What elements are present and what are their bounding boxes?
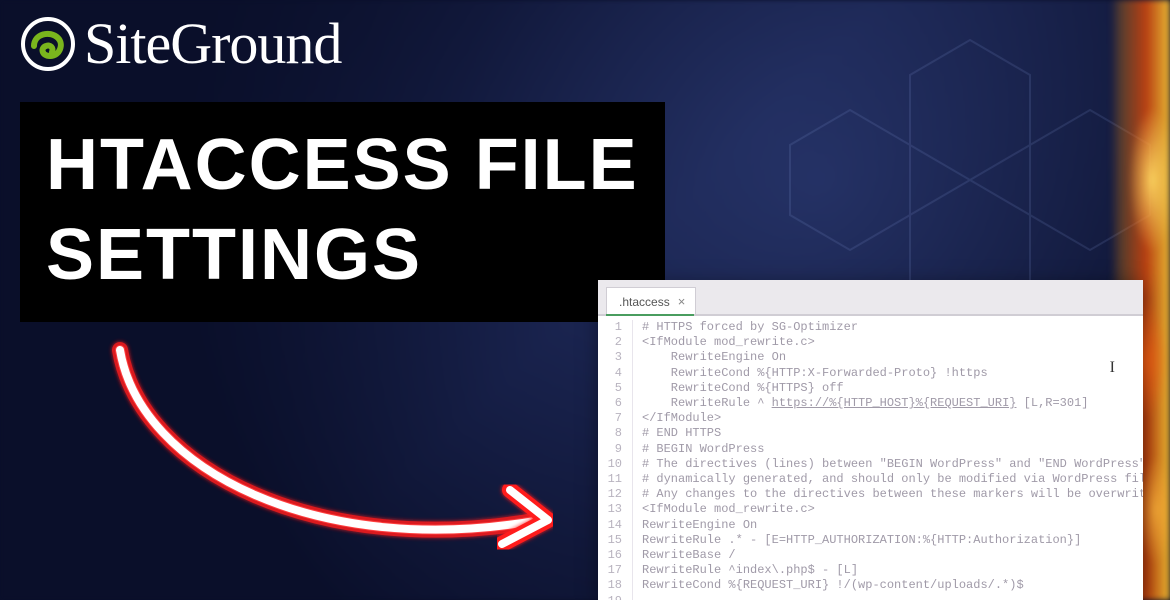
brand-name: SiteGround bbox=[84, 10, 341, 77]
headline-line2: SETTINGS bbox=[46, 210, 639, 300]
siteground-swirl-icon bbox=[20, 16, 76, 72]
code-content[interactable]: # HTTPS forced by SG-Optimizer<IfModule … bbox=[642, 320, 1143, 600]
code-editor: .htaccess × 1234567891011121314151617181… bbox=[598, 280, 1143, 600]
brand-logo: SiteGround bbox=[20, 10, 341, 77]
arrow-icon bbox=[80, 330, 600, 590]
headline-line1: HTACCESS FILE bbox=[46, 120, 639, 210]
close-icon[interactable]: × bbox=[678, 294, 686, 309]
fold-gutter bbox=[632, 320, 642, 600]
editor-body[interactable]: 12345678910111213141516171819 # HTTPS fo… bbox=[598, 316, 1143, 600]
tab-label: .htaccess bbox=[619, 295, 670, 309]
editor-tabbar: .htaccess × bbox=[598, 280, 1143, 314]
text-cursor-icon: I bbox=[1110, 360, 1115, 375]
tab-htaccess[interactable]: .htaccess × bbox=[606, 287, 696, 314]
line-gutter: 12345678910111213141516171819 bbox=[598, 320, 632, 600]
headline: HTACCESS FILE SETTINGS bbox=[20, 102, 665, 322]
